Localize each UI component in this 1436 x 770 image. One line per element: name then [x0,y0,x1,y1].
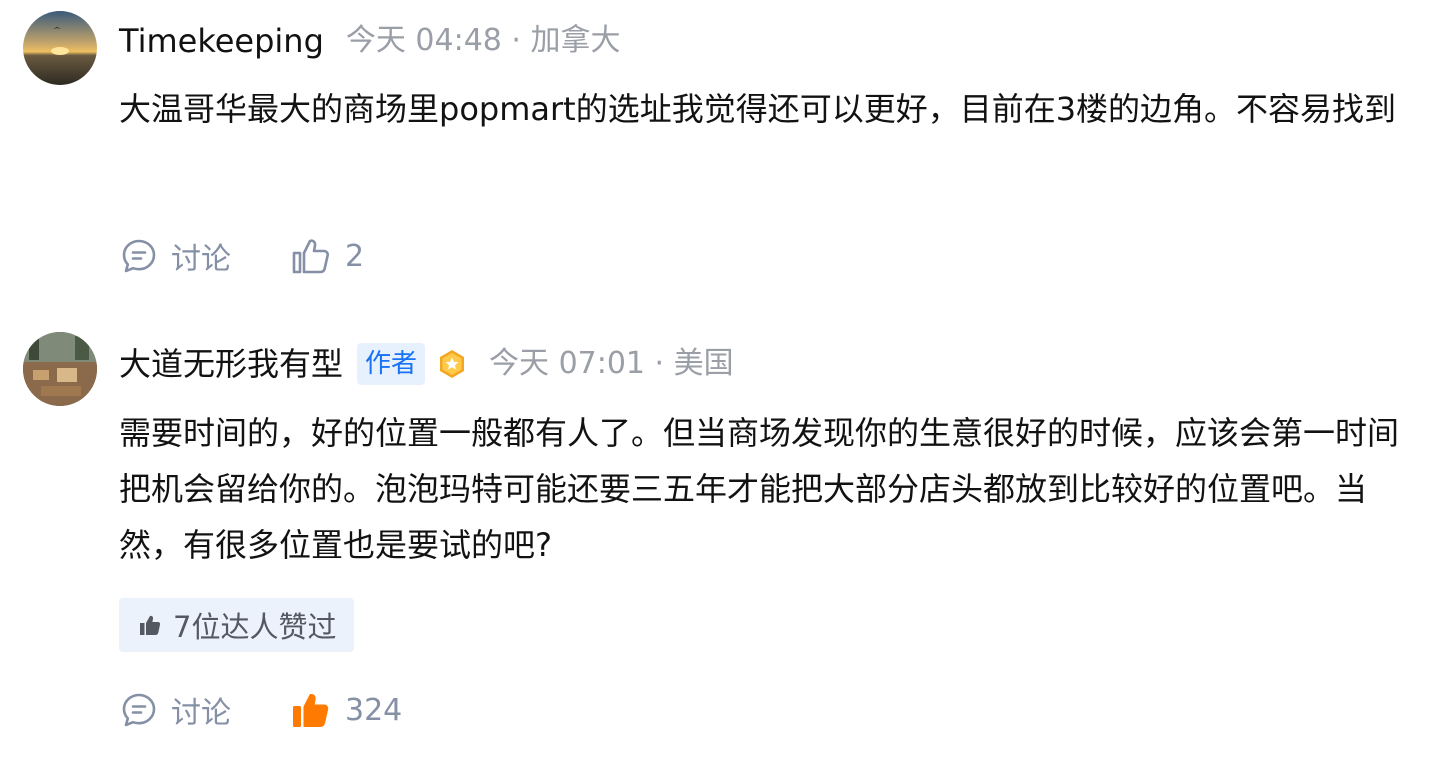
comment-header: Timekeeping 今天 04:48 · 加拿大 [119,19,620,63]
thumbs-up-icon [292,239,330,274]
gold-star-badge-icon [437,349,467,379]
discuss-label: 讨论 [171,696,231,731]
comment-bubble-icon [122,239,156,273]
like-button[interactable]: 2 [291,237,364,275]
expert-likes-label: 7位达人赞过 [173,610,337,644]
avatar[interactable] [23,11,97,85]
thumbs-up-filled-icon [293,693,329,727]
discuss-button[interactable]: 讨论 [121,688,231,732]
avatar-image [23,332,97,406]
comment-header: 大道无形我有型 作者 今天 07:01 · 美国 [119,342,734,386]
like-count: 324 [345,692,403,728]
comment-bubble-icon [122,693,156,727]
discuss-label: 讨论 [171,242,231,277]
comment-actions: 讨论 324 [121,688,402,732]
avatar-image [23,11,97,85]
comment-meta: 今天 04:48 · 加拿大 [345,23,621,58]
comment-meta: 今天 07:01 · 美国 [489,346,734,381]
comment-actions: 讨论 2 [121,234,364,278]
avatar[interactable] [23,332,97,406]
comment-text: 大温哥华最大的商场里popmart的选址我觉得还可以更好，目前在3楼的边角。不容… [119,90,1397,128]
like-count: 2 [345,238,365,274]
author-name[interactable]: 大道无形我有型 [119,342,343,386]
comment-text: 需要时间的，好的位置一般都有人了。但当商场发现你的生意很好的时候，应该会第一时间… [119,414,1400,564]
small-thumbs-up-icon [140,615,161,635]
discuss-button[interactable]: 讨论 [121,234,231,278]
author-name[interactable]: Timekeeping [119,19,324,63]
expert-likes-pill[interactable]: 7位达人赞过 [119,598,355,652]
author-tag: 作者 [357,343,426,385]
like-button[interactable]: 324 [291,691,402,729]
